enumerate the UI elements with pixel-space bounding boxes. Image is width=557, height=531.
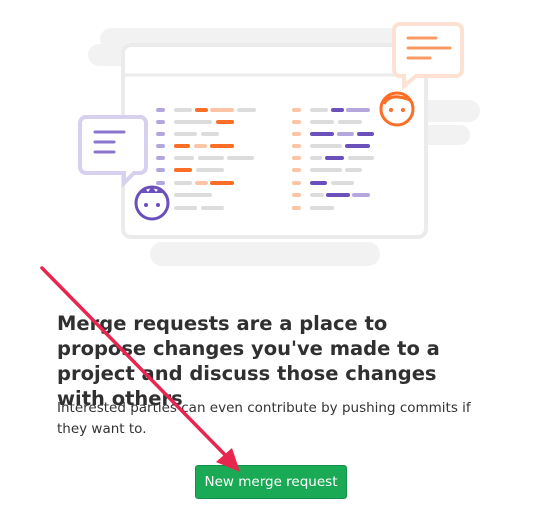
avatar-face-icon [379, 91, 415, 127]
avatar-face-icon [134, 185, 170, 221]
empty-state-description: Interested parties can even contribute b… [57, 400, 471, 437]
new-merge-request-button[interactable]: New merge request [195, 465, 347, 499]
chat-bubble-icon [78, 115, 148, 188]
empty-state-title: Merge requests are a place to propose ch… [57, 312, 440, 410]
chat-bubble-icon [392, 22, 464, 91]
empty-state-illustration [78, 22, 480, 266]
